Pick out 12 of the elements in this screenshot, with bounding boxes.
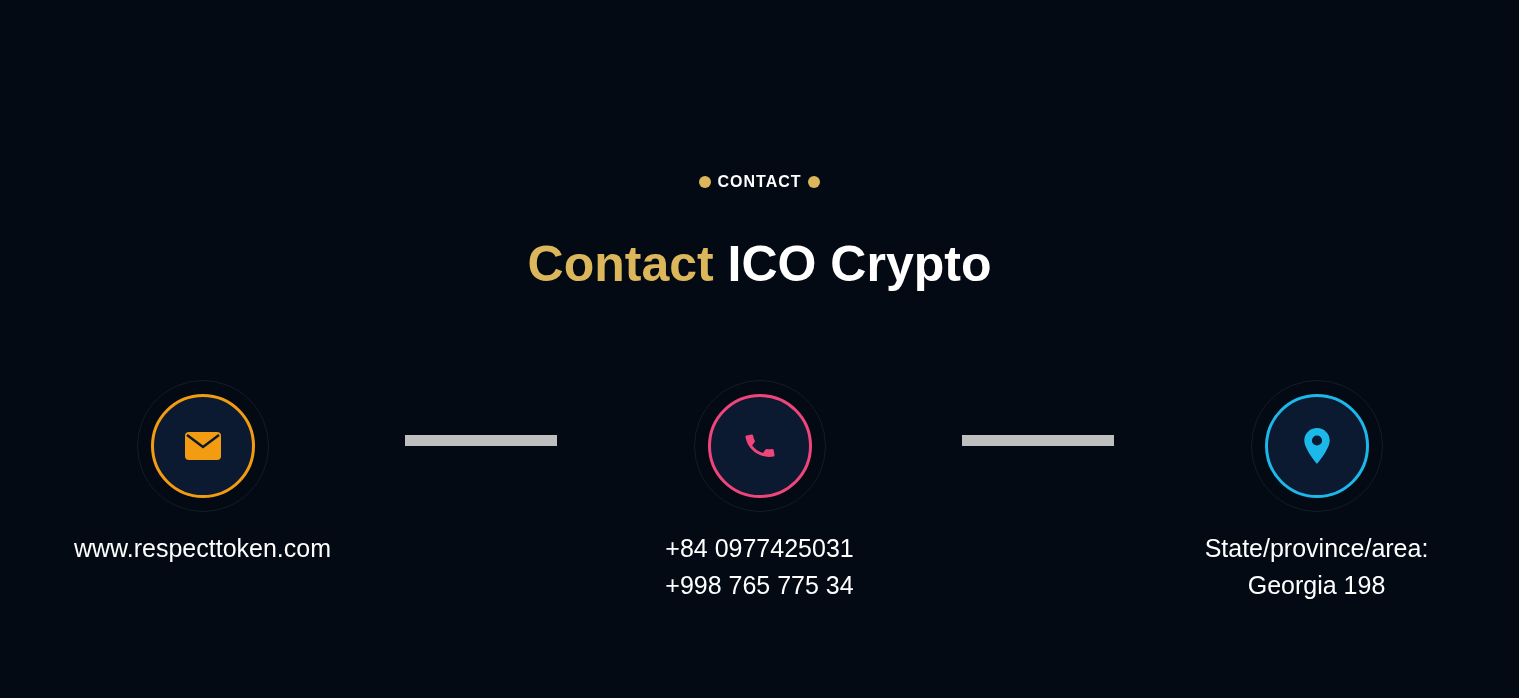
section-label: CONTACT [717, 172, 802, 192]
section-heading: Contact ICO Crypto [527, 235, 992, 294]
contact-text: +998 765 775 34 [665, 570, 854, 601]
contact-text: State/province/area: [1204, 533, 1429, 564]
bullet-icon [699, 176, 712, 188]
envelope-icon [184, 432, 221, 460]
contact-text: +84 0977425031 [665, 533, 854, 564]
phone-icon [744, 434, 775, 457]
map-pin-icon [1303, 428, 1330, 464]
contact-text: Georgia 198 [1247, 570, 1386, 601]
bullet-icon [807, 176, 820, 188]
contact-text: www.respecttoken.com [73, 533, 331, 564]
